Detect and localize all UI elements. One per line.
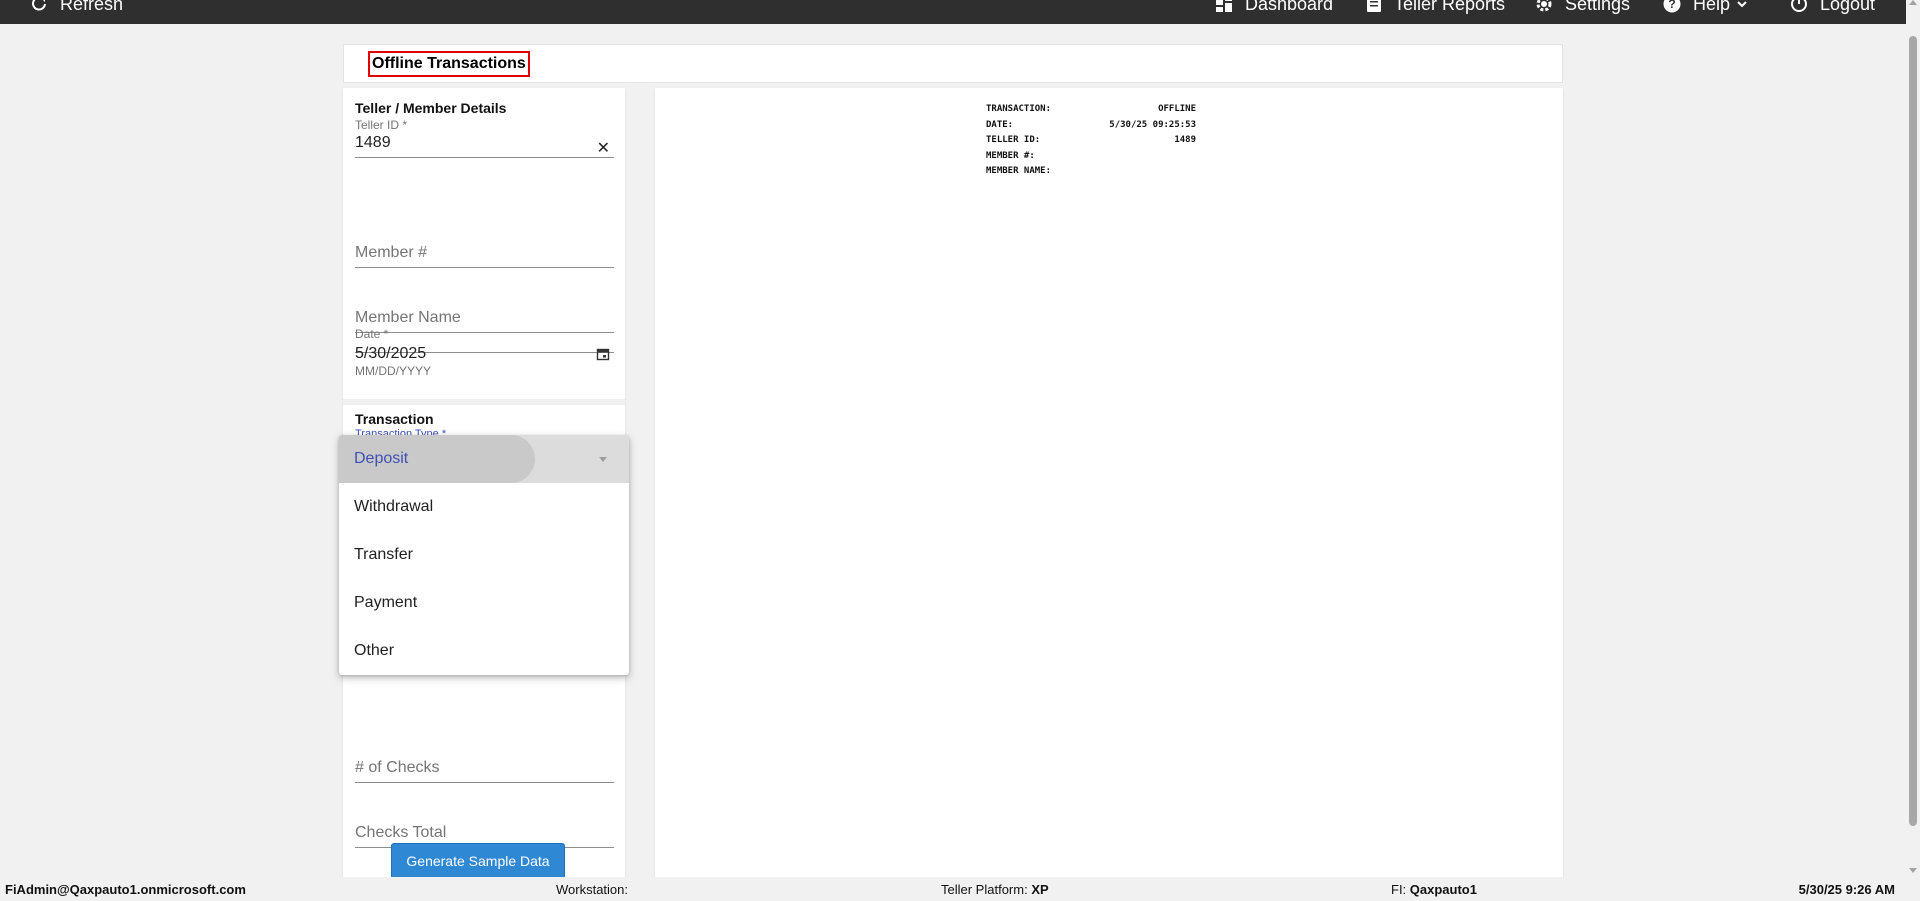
receipt-key: TELLER ID: — [986, 135, 1041, 145]
status-workstation-label: Workstation: — [556, 882, 629, 897]
logout-button[interactable]: Logout — [1790, 0, 1875, 16]
teller-member-section-title: Teller / Member Details — [355, 100, 507, 116]
status-user-value: FiAdmin@Qaxpauto1.onmicrosoft.com — [5, 882, 246, 897]
help-menu-button[interactable]: ? Help — [1663, 0, 1748, 16]
status-bar: FiAdmin@Qaxpauto1.onmicrosoft.com Workst… — [0, 877, 1920, 901]
teller-reports-button[interactable]: Teller Reports — [1366, 0, 1505, 16]
receipt-row: DATE: 5/30/25 09:25:53 — [986, 118, 1196, 134]
calendar-icon[interactable] — [596, 347, 610, 366]
teller-id-field[interactable]: Teller ID * 1489 ✕ — [355, 118, 614, 158]
generate-sample-data-button[interactable]: Generate Sample Data — [391, 843, 565, 879]
checks-total-placeholder: Checks Total — [355, 824, 447, 841]
settings-label: Settings — [1565, 0, 1631, 14]
status-datetime: 5/30/25 9:26 AM — [1799, 882, 1895, 897]
page-header-card: Offline Transactions — [343, 44, 1563, 83]
teller-id-label: Teller ID * — [355, 118, 408, 132]
dropdown-option-deposit[interactable]: Deposit — [339, 435, 629, 483]
checks-count-placeholder: # of Checks — [355, 759, 440, 776]
dropdown-option-label: Payment — [354, 594, 418, 611]
dropdown-option-label: Transfer — [354, 546, 413, 563]
dropdown-option-label: Deposit — [354, 450, 409, 467]
teller-id-value: 1489 — [355, 134, 391, 151]
dropdown-option-payment[interactable]: Payment — [339, 579, 629, 627]
date-format-helper: MM/DD/YYYY — [355, 364, 432, 378]
scroll-thumb[interactable] — [1909, 36, 1917, 826]
status-fi: FI: Qaxpauto1 — [1391, 882, 1477, 897]
checks-count-field[interactable]: # of Checks — [355, 743, 614, 783]
section-divider — [343, 399, 625, 405]
receipt-text: TRANSACTION: OFFLINE DATE: 5/30/25 09:25:5… — [986, 102, 1196, 180]
date-value: 5/30/2025 — [355, 345, 427, 362]
receipt-row: MEMBER #: — [986, 149, 1196, 165]
status-fi-value: Qaxpauto1 — [1409, 882, 1477, 897]
refresh-label: Refresh — [60, 0, 124, 14]
status-user: FiAdmin@Qaxpauto1.onmicrosoft.com — [5, 882, 246, 897]
settings-button[interactable]: Settings — [1535, 0, 1630, 16]
help-label: Help — [1693, 0, 1731, 14]
dashboard-button[interactable]: Dashboard — [1215, 0, 1333, 16]
receipt-row: TELLER ID: 1489 — [986, 133, 1196, 149]
scroll-down-arrow-icon[interactable] — [1909, 868, 1917, 873]
member-number-field[interactable]: Member # — [355, 228, 614, 268]
help-icon: ? — [1663, 0, 1681, 13]
refresh-button[interactable]: Refresh — [30, 0, 123, 16]
receipt-key: TRANSACTION: — [986, 104, 1052, 114]
svg-text:?: ? — [1668, 0, 1675, 11]
transaction-section-title: Transaction — [355, 411, 434, 427]
dropdown-option-withdrawal[interactable]: Withdrawal — [339, 483, 629, 531]
receipt-preview-panel: TRANSACTION: OFFLINE DATE: 5/30/25 09:25:5… — [655, 88, 1563, 877]
status-workstation: Workstation: — [556, 882, 628, 897]
status-datetime-value: 5/30/25 9:26 AM — [1798, 882, 1895, 897]
status-platform-label: Teller Platform: — [941, 882, 1028, 897]
receipt-value: OFFLINE — [1158, 104, 1196, 114]
top-navigation-bar: Refresh Dashboard Teller Reports Setting… — [0, 0, 1906, 24]
receipt-key: DATE: — [986, 119, 1014, 130]
receipt-row: TRANSACTION: OFFLINE — [986, 102, 1196, 118]
chevron-down-icon — [1737, 1, 1747, 8]
receipt-value: 5/30/25 09:25:53 — [1109, 119, 1196, 130]
gear-icon — [1536, 0, 1552, 12]
receipt-key: MEMBER #: — [986, 150, 1035, 161]
logout-label: Logout — [1820, 0, 1876, 14]
dashboard-label: Dashboard — [1245, 0, 1334, 14]
checks-total-field[interactable]: Checks Total — [355, 808, 614, 848]
power-icon — [1791, 0, 1807, 12]
receipt-value: 1489 — [1174, 135, 1196, 145]
date-field[interactable]: Date * 5/30/2025 — [355, 313, 614, 362]
dropdown-arrow-icon — [599, 457, 607, 462]
status-platform-value: XP — [1031, 882, 1049, 897]
teller-reports-label: Teller Reports — [1394, 0, 1506, 14]
member-number-placeholder: Member # — [355, 244, 428, 261]
date-label: Date * — [355, 327, 389, 341]
receipt-key: MEMBER NAME: — [986, 166, 1052, 176]
report-icon — [1367, 0, 1381, 12]
dropdown-option-label: Withdrawal — [354, 498, 434, 515]
receipt-row: MEMBER NAME: — [986, 164, 1196, 180]
page-scrollbar[interactable] — [1906, 0, 1920, 877]
clear-icon[interactable]: ✕ — [597, 138, 610, 158]
status-platform: Teller Platform: XP — [941, 882, 1049, 897]
dropdown-option-other[interactable]: Other — [339, 627, 629, 675]
refresh-icon — [32, 0, 46, 11]
page-title: Offline Transactions — [368, 51, 530, 77]
scroll-up-arrow-icon[interactable] — [1909, 0, 1917, 5]
dashboard-icon — [1216, 0, 1232, 12]
dropdown-option-transfer[interactable]: Transfer — [339, 531, 629, 579]
transaction-type-dropdown-menu: Deposit Withdrawal Transfer Payment Othe… — [339, 435, 629, 675]
status-fi-label: FI: — [1391, 882, 1407, 897]
dropdown-option-label: Other — [354, 642, 395, 659]
